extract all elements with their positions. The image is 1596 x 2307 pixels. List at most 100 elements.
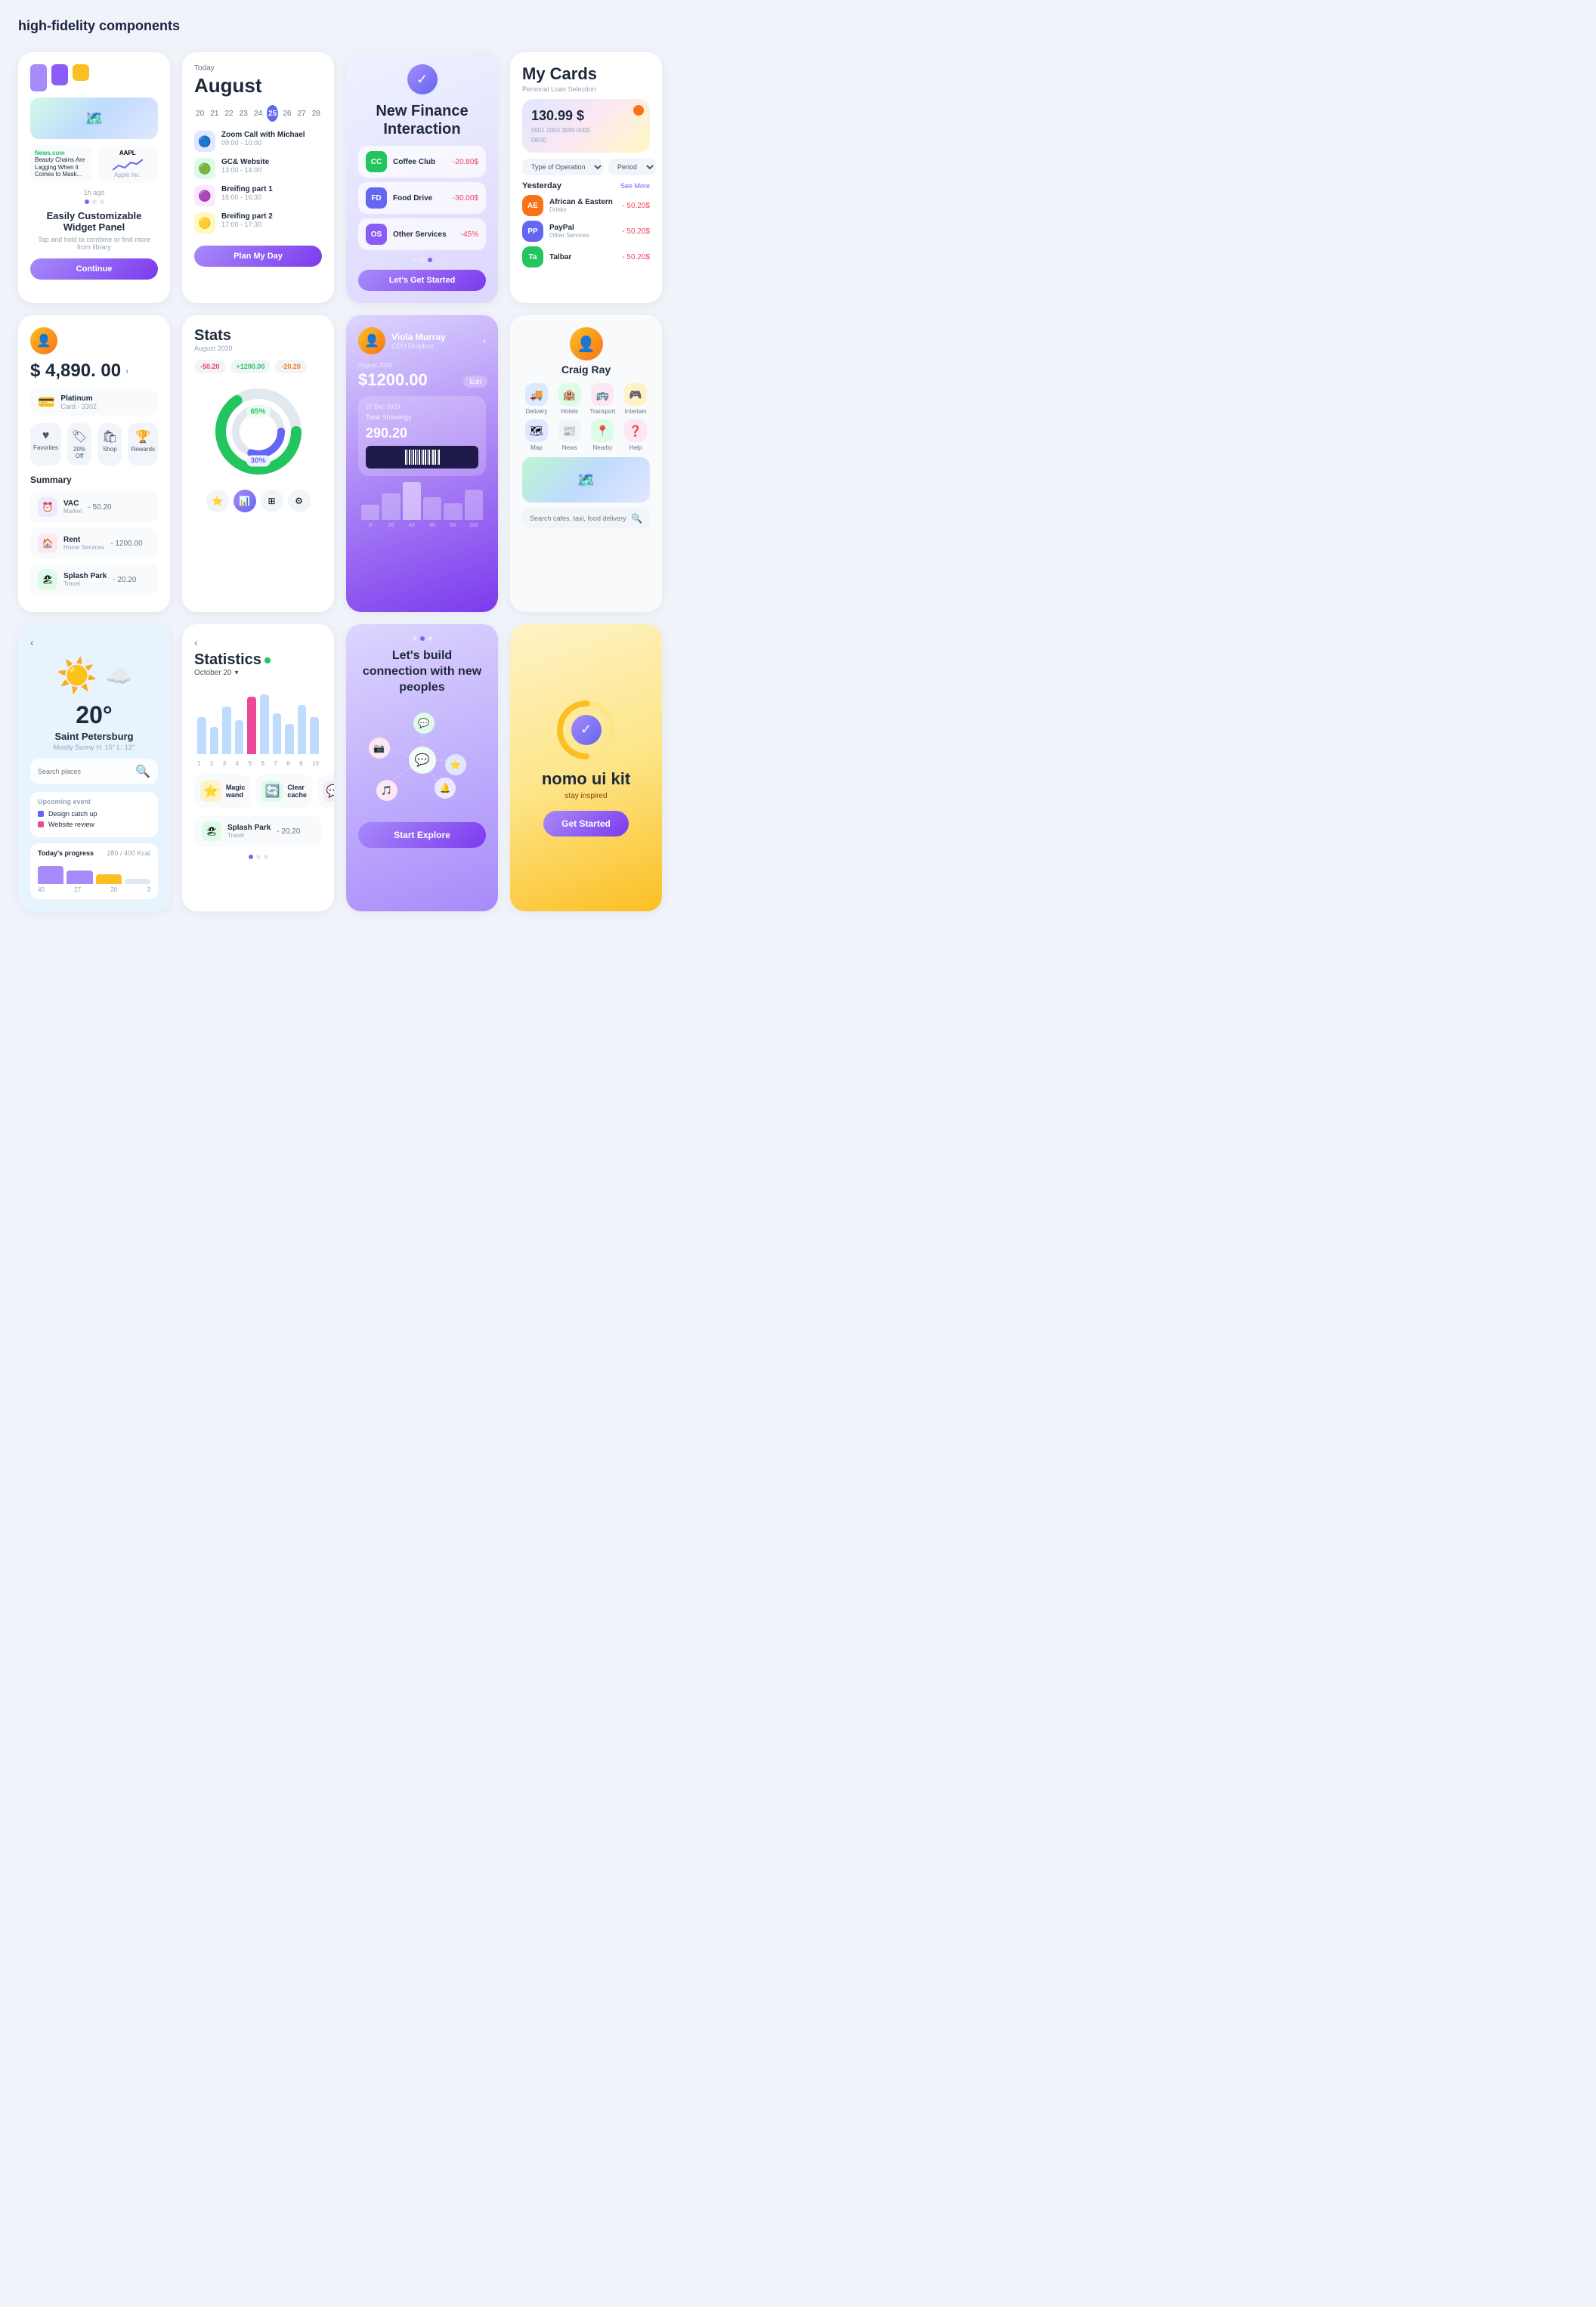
app-help[interactable]: ❓ Help — [621, 419, 650, 451]
place-search-input[interactable] — [38, 768, 131, 775]
rent-info: Rent Home Services — [63, 536, 104, 551]
get-started-button[interactable]: Get Started — [543, 811, 629, 837]
social-node-3: ⭐ — [445, 754, 466, 775]
profile-chevron-icon[interactable]: › — [483, 336, 486, 346]
sum-vac: ⏰ VAC Market - 50.20 — [30, 491, 158, 523]
discount-icon: 🏷 — [70, 429, 88, 444]
weather-description: Mostly Sunny H: 15° L: 12° — [30, 744, 158, 751]
action-shop[interactable]: 🛍 Shop — [97, 423, 122, 465]
cal-date-23[interactable]: 23 — [238, 105, 249, 122]
app-nearby[interactable]: 📍 Nearby — [589, 419, 617, 451]
operation-select[interactable]: Type of Operation — [522, 159, 604, 175]
search-icon: 🔍 — [631, 513, 642, 524]
intertain-icon: 🎮 — [624, 383, 647, 406]
txn-pp: PP PayPal Other Services - 50.20$ — [522, 221, 650, 242]
map-icon: 🗺 — [525, 419, 548, 442]
user-avatar: 👤 — [30, 327, 57, 354]
continue-button[interactable]: Continue — [30, 258, 158, 280]
help-label: Help — [621, 444, 650, 451]
news-graph-label: AAPL — [119, 150, 136, 156]
platinum-icon: 💳 — [38, 394, 54, 410]
balance-amount: $ 4,890. 00 › — [30, 360, 158, 382]
app-delivery[interactable]: 🚚 Delivery — [522, 383, 551, 415]
platinum-info: Platinum Card - 3302 — [60, 394, 97, 410]
shop-icon: 🛍 — [101, 429, 119, 444]
splash-park-info: Splash Park Travel — [227, 824, 271, 839]
event-brief1: 🟣 Breifing part 1 16:00 - 16:30 — [194, 185, 322, 206]
cal-date-26[interactable]: 26 — [281, 105, 292, 122]
progress-nums: 40 27 20 3 — [38, 886, 150, 893]
see-more-link[interactable]: See More — [620, 182, 650, 190]
sdot-1 — [249, 855, 253, 859]
feedback-icon: 💬 — [323, 781, 334, 802]
bar-purple — [30, 64, 47, 91]
pp-amount: - 50.20$ — [622, 227, 650, 236]
lets-get-started-button[interactable]: Let's Get Started — [358, 270, 486, 291]
action-favorites[interactable]: ♥ Favorites — [30, 423, 61, 465]
app-transport[interactable]: 🚌 Transport — [589, 383, 617, 415]
cal-date-22[interactable]: 22 — [223, 105, 234, 122]
bnum-8: 8 — [286, 760, 289, 767]
balance-chevron-icon[interactable]: › — [125, 366, 128, 376]
cal-date-28[interactable]: 28 — [311, 105, 322, 122]
dot-3 — [100, 199, 104, 204]
app-hotels[interactable]: 🏨 Hotels — [555, 383, 584, 415]
progress-value: 280 / 400 Kcal — [107, 849, 150, 857]
gcw-icon: 🟢 — [194, 158, 215, 179]
cal-date-20[interactable]: 20 — [194, 105, 206, 122]
widget-news: News.com Beauty Chains Are Lagging When … — [30, 145, 158, 183]
widget-map — [30, 97, 158, 139]
transport-label: Transport — [589, 408, 617, 415]
sbar-8 — [285, 724, 294, 755]
sbar-1 — [197, 717, 206, 755]
time-label: 1h ago — [30, 189, 158, 196]
si-cache-name: Clear cache — [287, 784, 307, 799]
news-icon: 📰 — [558, 419, 581, 442]
ticket-date: 27 Dec 2020 — [366, 404, 478, 410]
social-center-node: 💬 — [409, 747, 436, 774]
today-label: Today — [194, 64, 322, 73]
stats-icon-chart[interactable]: 📊 — [234, 490, 256, 512]
news-label: News — [555, 444, 584, 451]
magic-icon: ⭐ — [200, 781, 221, 802]
action-rewards[interactable]: 🏆 Rewards — [128, 423, 158, 465]
search-input[interactable] — [530, 515, 626, 522]
bar-peach — [73, 64, 89, 81]
weather-back-button[interactable]: ‹ — [30, 636, 158, 648]
app-map[interactable]: 🗺 Map — [522, 419, 551, 451]
app-grid: 🚚 Delivery 🏨 Hotels 🚌 Transport 🎮 Intert… — [522, 383, 650, 451]
social-network: 💬 💬 📷 ⭐ 🎵 🔔 — [358, 707, 486, 813]
edit-button[interactable]: Edit — [463, 376, 487, 388]
pp-cat: Other Services — [549, 232, 589, 239]
brief1-icon: 🟣 — [194, 185, 215, 206]
stats-icon-grid[interactable]: ⊞ — [261, 490, 283, 512]
other-name: Other Services — [393, 230, 455, 239]
card-calendar: Today August 20 21 22 23 24 25 26 27 28 … — [182, 52, 334, 303]
platinum-row: 💳 Platinum Card - 3302 — [30, 389, 158, 416]
pbar-2 — [66, 871, 92, 884]
cal-date-27[interactable]: 27 — [296, 105, 308, 122]
statistics-back-button[interactable]: ‹ — [194, 636, 322, 648]
ae-amount: - 50.20$ — [622, 202, 650, 210]
app-news[interactable]: 📰 News — [555, 419, 584, 451]
period-chevron-icon[interactable]: ▾ — [234, 669, 238, 677]
news-title: Beauty Chains Are Lagging When it Comes … — [35, 156, 87, 178]
card-dot — [633, 105, 644, 116]
gcw-time: 13:00 - 14:00 — [221, 166, 269, 174]
transport-icon: 🚌 — [591, 383, 614, 406]
plan-my-day-button[interactable]: Plan My Day — [194, 246, 322, 267]
cal-date-21[interactable]: 21 — [209, 105, 220, 122]
cal-date-25[interactable]: 25 — [267, 105, 278, 122]
os-icon: OS — [366, 224, 387, 245]
ta-amount: - 50.20$ — [622, 253, 650, 261]
period-select[interactable]: Period — [608, 159, 656, 175]
app-intertain[interactable]: 🎮 Intertain — [621, 383, 650, 415]
stats-icon-star[interactable]: ⭐ — [206, 490, 229, 512]
statistics-bar-chart — [194, 686, 322, 754]
cal-date-24[interactable]: 24 — [252, 105, 264, 122]
pbar-4 — [125, 879, 150, 885]
start-explore-button[interactable]: Start Explore — [358, 822, 486, 848]
stats-icon-settings[interactable]: ⚙ — [288, 490, 311, 512]
temperature: 20° — [30, 701, 158, 729]
action-discount[interactable]: 🏷 20% Off — [67, 423, 91, 465]
